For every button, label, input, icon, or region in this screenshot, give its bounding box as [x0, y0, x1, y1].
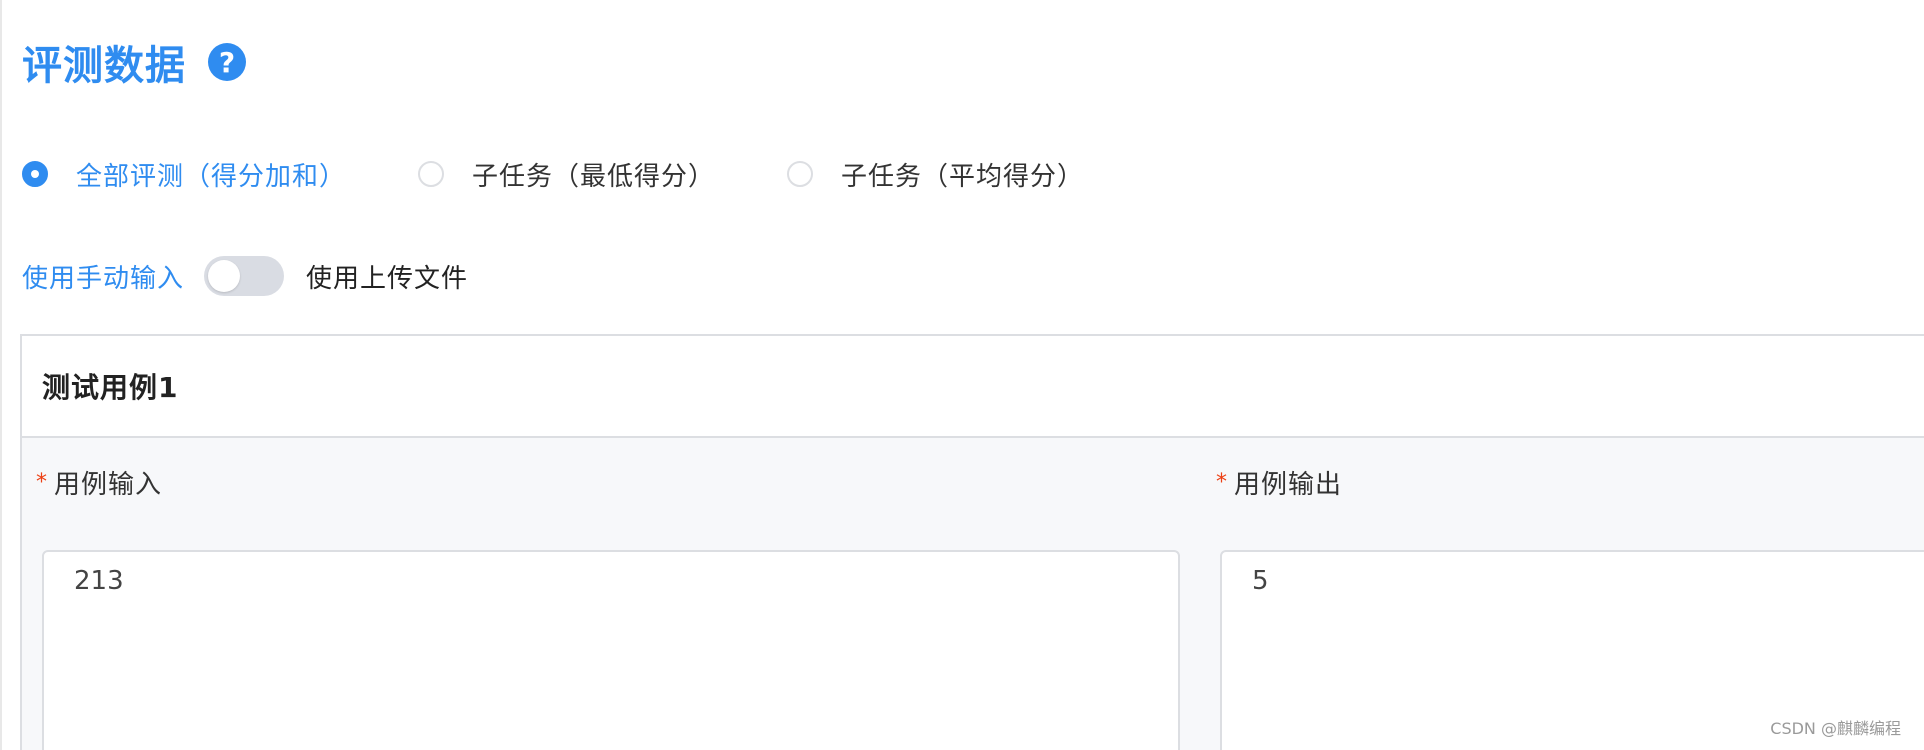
radio-subtask-min[interactable]: 子任务（最低得分） — [418, 156, 715, 193]
help-icon[interactable]: ? — [208, 43, 246, 81]
radio-label-subtask-avg: 子任务（平均得分） — [841, 161, 1085, 192]
case-output-label-text: 用例输出 — [1234, 470, 1343, 500]
section-header: 评测数据 ? — [22, 36, 246, 89]
required-mark: * — [1216, 470, 1228, 495]
case-input-label: * 用例输入 — [36, 464, 162, 501]
test-case-header: 测试用例1 — [22, 336, 1924, 438]
radio-checked-icon[interactable] — [22, 161, 48, 187]
radio-label-all-judge: 全部评测（得分加和） — [76, 161, 347, 192]
left-divider — [0, 0, 2, 750]
input-mode-switch-row: 使用手动输入 使用上传文件 — [22, 252, 468, 300]
required-mark: * — [36, 470, 48, 495]
upload-file-label: 使用上传文件 — [306, 263, 469, 294]
case-input-label-text: 用例输入 — [54, 470, 163, 500]
radio-label-subtask-min: 子任务（最低得分） — [472, 161, 716, 192]
manual-input-label: 使用手动输入 — [22, 263, 185, 294]
toggle-knob — [208, 260, 241, 292]
case-output-label: * 用例输出 — [1216, 464, 1342, 501]
radio-subtask-avg[interactable]: 子任务（平均得分） — [787, 156, 1084, 193]
case-input-textarea[interactable]: 213 — [42, 550, 1180, 750]
judge-mode-radio-group: 全部评测（得分加和） 子任务（最低得分） 子任务（平均得分） — [22, 150, 1156, 198]
test-case-title: 测试用例1 — [42, 371, 179, 404]
page: 评测数据 ? 全部评测（得分加和） 子任务（最低得分） 子任务（平均得分） 使用… — [0, 0, 1924, 750]
watermark: CSDN @麒麟编程 — [1767, 714, 1904, 740]
radio-all-judge[interactable]: 全部评测（得分加和） — [22, 156, 346, 193]
test-case-card: 测试用例1 * 用例输入 213 * 用例输出 5 — [20, 334, 1924, 750]
section-title: 评测数据 — [22, 43, 186, 89]
input-mode-toggle[interactable] — [204, 256, 285, 296]
radio-unchecked-icon[interactable] — [418, 161, 445, 187]
radio-unchecked-icon[interactable] — [787, 161, 814, 187]
